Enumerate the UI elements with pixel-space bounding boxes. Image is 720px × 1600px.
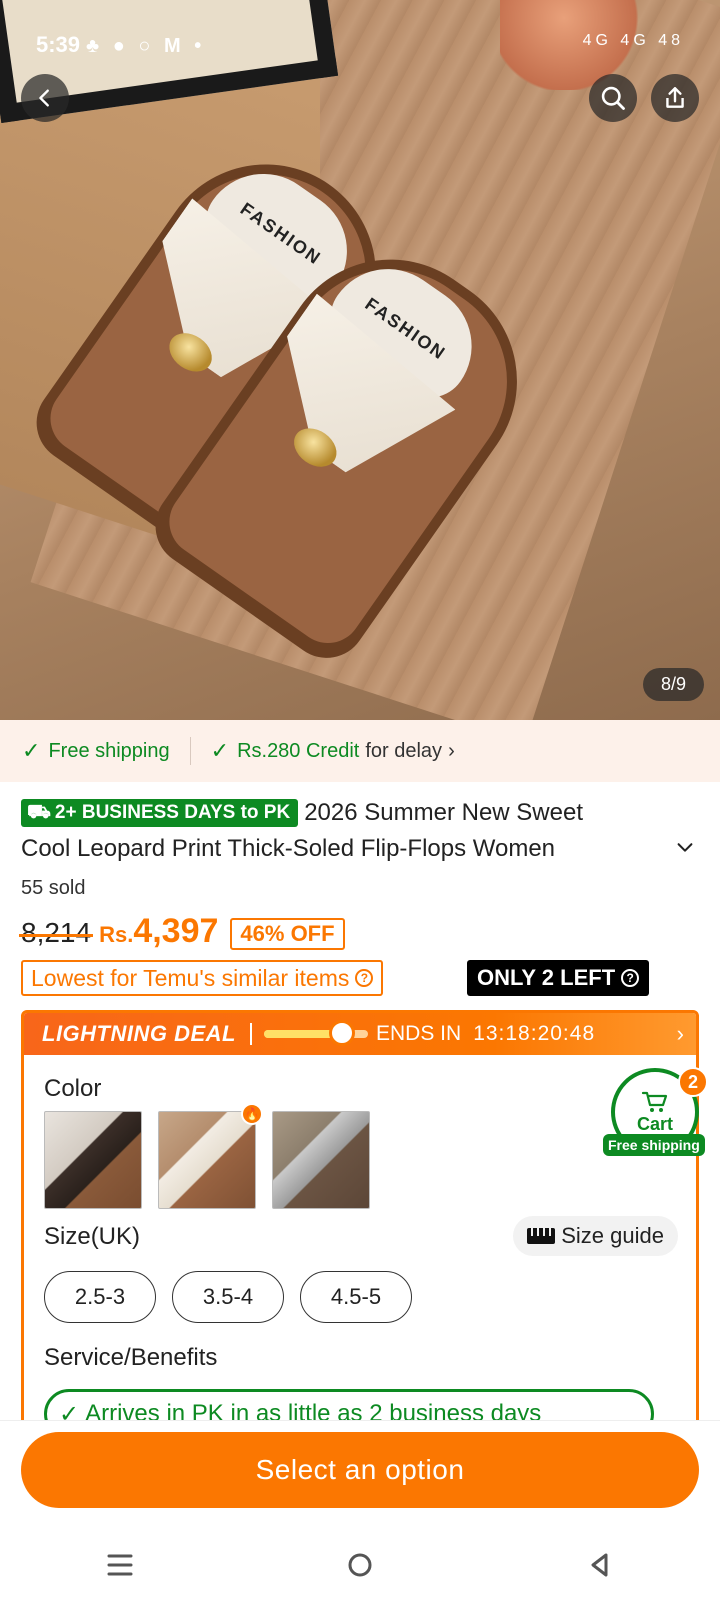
size-option[interactable]: 2.5-3	[44, 1271, 156, 1323]
home-button[interactable]	[330, 1540, 390, 1590]
check-icon: ✓	[210, 738, 230, 763]
deal-title: LIGHTNING DEAL	[42, 1021, 236, 1046]
status-bar-left: 5:39 ♣ ● ○ M •	[36, 32, 205, 58]
select-option-button[interactable]: Select an option	[21, 1432, 699, 1508]
deal-ends-label: ENDS IN	[376, 1022, 462, 1045]
lightning-deal-panel: LIGHTNING DEAL ENDS IN 13:18:20:48 › Col…	[21, 1010, 699, 1430]
chevron-left-icon	[39, 89, 49, 107]
help-icon: ?	[621, 969, 640, 987]
color-label: Color	[44, 1075, 102, 1102]
clock-icon	[329, 1020, 355, 1046]
lowest-price-badge[interactable]: Lowest for Temu's similar items?	[21, 960, 384, 996]
color-swatch-1[interactable]	[44, 1111, 142, 1209]
product-image[interactable]: FASHION FASHION 5:39 ♣ ● ○ M • 4G 4G 48 8…	[0, 0, 720, 720]
deal-countdown: 13:18:20:48	[473, 1022, 596, 1045]
chevron-down-icon	[677, 843, 693, 852]
cart-count-badge: 2	[678, 1067, 708, 1097]
triangle-back-icon	[591, 1553, 608, 1577]
credit-suffix: for delay	[365, 739, 443, 762]
search-button[interactable]	[589, 74, 637, 122]
chevron-right-icon: ›	[448, 739, 455, 762]
lightning-deal-header[interactable]: LIGHTNING DEAL ENDS IN 13:18:20:48 ›	[24, 1013, 696, 1055]
image-counter: 8/9	[642, 668, 704, 701]
currency-symbol: Rs.	[99, 922, 134, 947]
color-swatch-2[interactable]	[158, 1111, 256, 1209]
lowest-price-label: Lowest for Temu's similar items	[31, 964, 350, 991]
title-line-2: Cool Leopard Print Thick-Soled Flip-Flop…	[21, 835, 556, 862]
current-price: 4,397	[133, 912, 219, 950]
service-label: Service/Benefits	[44, 1344, 218, 1371]
size-guide-label: Size guide	[561, 1223, 664, 1248]
price-row: 8,214 Rs. 4,397 46% OFF	[18, 912, 345, 956]
share-button[interactable]	[651, 74, 699, 122]
truck-icon: ⛟	[27, 802, 51, 823]
status-time: 5:39	[36, 32, 81, 57]
cart-free-shipping-tag: Free shipping	[603, 1134, 705, 1156]
stock-label: ONLY 2 LEFT	[477, 965, 616, 990]
cart-label: Cart	[636, 1113, 673, 1134]
credit-label: Rs.280 Credit	[237, 739, 360, 762]
home-circle-icon	[348, 1553, 372, 1577]
back-nav-button[interactable]	[570, 1540, 630, 1590]
ruler-icon	[527, 1228, 556, 1244]
product-title[interactable]: ⛟ 2+ BUSINESS DAYS to PK 2026 Summer New S…	[21, 795, 701, 867]
help-icon: ?	[355, 969, 374, 987]
size-guide-button[interactable]: Size guide	[513, 1216, 678, 1256]
status-bar-right: 4G 4G 48	[582, 32, 684, 49]
deal-progress-bar	[264, 1020, 368, 1046]
delivery-badge: ⛟ 2+ BUSINESS DAYS to PK	[21, 799, 299, 827]
discount-badge: 46% OFF	[230, 918, 345, 950]
free-shipping-label: Free shipping	[48, 739, 170, 762]
original-price: 8,214	[18, 917, 94, 948]
search-icon	[601, 86, 625, 110]
check-icon: ✓	[22, 738, 41, 763]
menu-icon	[107, 1554, 133, 1576]
system-nav-bar	[0, 1530, 720, 1600]
status-icons: ♣ ● ○ M •	[86, 35, 206, 57]
back-button[interactable]	[21, 74, 69, 122]
fire-icon: 🔥	[241, 1103, 263, 1125]
divider	[250, 1023, 252, 1045]
share-icon	[666, 87, 684, 108]
expand-title-button[interactable]	[670, 832, 700, 862]
divider	[189, 737, 191, 765]
size-label: Size(UK)	[44, 1223, 141, 1250]
size-option[interactable]: 4.5-5	[300, 1271, 412, 1323]
recent-apps-button[interactable]	[90, 1540, 150, 1590]
cart-icon	[641, 1091, 668, 1112]
title-line-1: 2026 Summer New Sweet	[304, 799, 583, 826]
shipping-bar[interactable]: ✓ Free shipping ✓ Rs.280 Credit for dela…	[0, 720, 720, 782]
sold-count: 55 sold	[21, 877, 86, 899]
chevron-right-icon: ›	[676, 1021, 684, 1046]
size-option[interactable]: 3.5-4	[172, 1271, 284, 1323]
color-swatch-3[interactable]	[272, 1111, 370, 1209]
stock-badge[interactable]: ONLY 2 LEFT?	[467, 960, 650, 996]
